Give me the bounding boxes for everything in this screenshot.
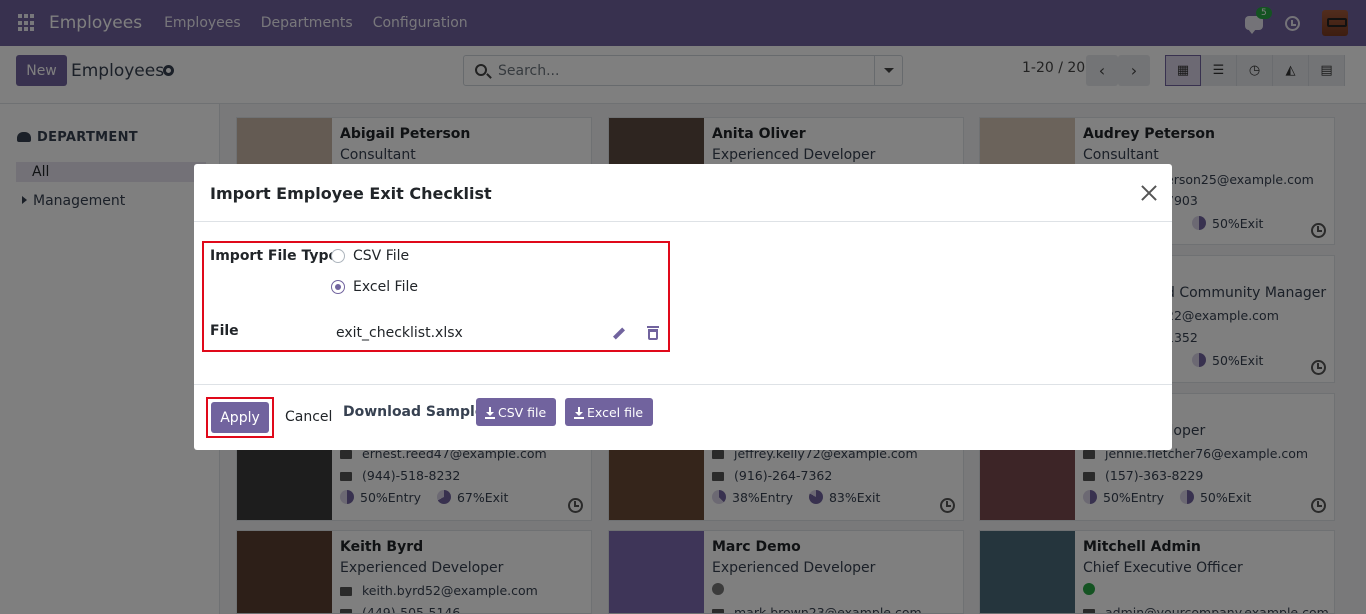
file-type-label: Import File Type (210, 248, 338, 264)
download-sample-label: Download Sample: (343, 404, 490, 420)
dialog-footer: Apply Cancel Download Sample: CSV file E… (194, 384, 1172, 450)
file-name-value: exit_checklist.xlsx (336, 325, 463, 341)
cancel-button[interactable]: Cancel (285, 409, 332, 425)
close-icon[interactable] (1140, 184, 1158, 202)
pencil-edit-icon[interactable] (613, 328, 625, 340)
download-csv-button[interactable]: CSV file (476, 398, 557, 426)
radio-csv-icon[interactable] (331, 249, 345, 263)
download-excel-button[interactable]: Excel file (565, 398, 654, 426)
dialog-header: Import Employee Exit Checklist (194, 164, 1172, 222)
apply-button[interactable]: Apply (211, 402, 269, 433)
highlight-box-apply: Apply (206, 397, 274, 438)
download-icon (574, 407, 584, 419)
radio-csv-file[interactable]: CSV File (331, 248, 409, 264)
radio-excel-file[interactable]: Excel File (331, 279, 418, 295)
radio-excel-icon[interactable] (331, 280, 345, 294)
file-label: File (210, 323, 239, 339)
download-icon (485, 407, 495, 419)
trash-icon[interactable] (647, 326, 659, 340)
import-dialog: Import Employee Exit Checklist Import Fi… (194, 164, 1172, 450)
dialog-title: Import Employee Exit Checklist (210, 184, 492, 203)
